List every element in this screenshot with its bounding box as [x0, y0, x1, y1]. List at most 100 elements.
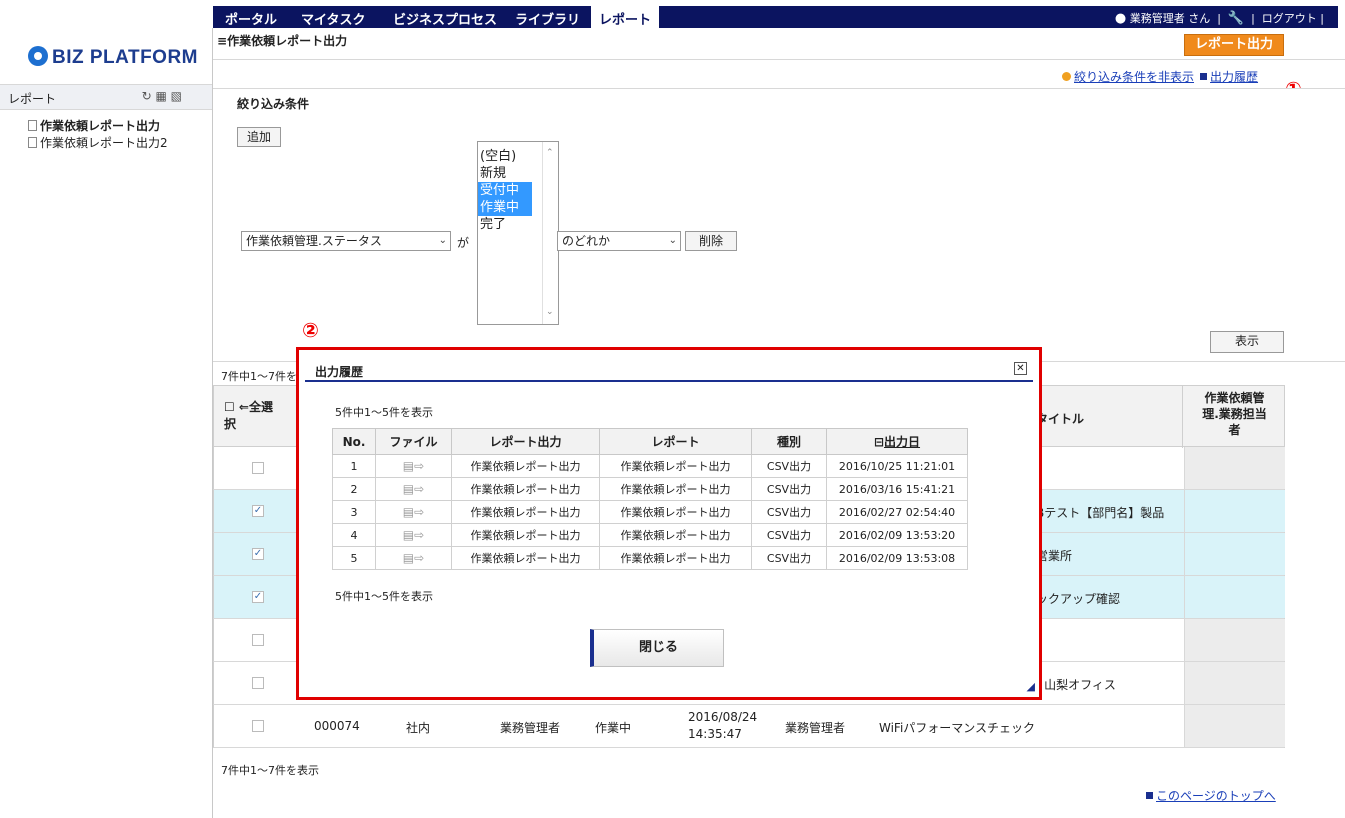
results-count-top: 7件中1～7件を	[221, 370, 297, 383]
logo-mark-icon	[28, 46, 48, 66]
select-all-header[interactable]: ☐ ⇐全選択	[224, 398, 273, 432]
row-type: 社内	[406, 721, 431, 735]
scroll-up-icon[interactable]: ⌃	[546, 145, 554, 162]
report-export-button[interactable]: レポート出力	[1184, 34, 1284, 56]
delete-filter-button[interactable]: 削除	[685, 231, 737, 251]
resize-handle-icon[interactable]: ◢	[1027, 680, 1035, 693]
sidebar-tools: ↻ ▦ ▧	[142, 89, 182, 103]
dialog-title-bar[interactable]	[305, 356, 1033, 382]
row-checkbox[interactable]: ✓	[252, 505, 264, 517]
listbox-option-new[interactable]: 新規	[478, 165, 532, 182]
row-requester: 業務管理者	[500, 721, 561, 735]
folder-icon[interactable]: ▧	[171, 89, 182, 103]
page-top-link-wrap: このページのトップへ	[1140, 787, 1276, 804]
nav-business-process[interactable]: ビジネスプロセス	[393, 9, 497, 28]
filter-title: 絞り込み条件	[237, 97, 310, 111]
nav-report[interactable]: レポート	[591, 6, 660, 28]
sidebar-list: 作業依頼レポート出力 作業依頼レポート出力2	[28, 118, 168, 152]
document-icon	[28, 120, 37, 131]
document-icon	[28, 137, 37, 148]
sidebar-item-report-2[interactable]: 作業依頼レポート出力2	[28, 135, 168, 152]
row-checkbox[interactable]	[252, 634, 264, 646]
sidebar-header-label: レポート	[8, 92, 57, 106]
col-output-date[interactable]: ⊟出力日	[826, 428, 968, 455]
row-assignee: 業務管理者	[785, 721, 846, 735]
history-table: No. ファイル レポート出力 レポート 種別 ⊟出力日 1 ▤⇨ 作業依頼レポ…	[332, 428, 968, 570]
close-icon[interactable]: ✕	[1014, 362, 1027, 375]
refresh-icon[interactable]: ↻	[142, 89, 152, 103]
col-report: レポート	[599, 428, 752, 455]
history-row: 4 ▤⇨ 作業依頼レポート出力 作業依頼レポート出力 CSV出力 2016/02…	[332, 523, 968, 547]
table-row[interactable]: 000074 社内 業務管理者 作業中 2016/08/24 14:35:47 …	[213, 705, 1285, 748]
filter-field-select[interactable]: 作業依頼管理.ステータス ⌄	[241, 231, 451, 251]
nav-library[interactable]: ライブラリ	[515, 9, 580, 28]
show-button[interactable]: 表示	[1210, 331, 1284, 353]
user-name[interactable]: 業務管理者 さん	[1130, 12, 1211, 25]
page-header: ≡作業依頼レポート出力 レポート出力	[213, 28, 1345, 60]
row-checkbox[interactable]: ✓	[252, 548, 264, 560]
col-no: No.	[332, 428, 376, 455]
chevron-down-icon: ⌄	[668, 235, 677, 246]
listbox-option-blank[interactable]: (空白)	[478, 148, 532, 165]
wrench-icon[interactable]: 🔧	[1228, 11, 1244, 26]
user-area: ● 業務管理者 さん | 🔧 | ログアウト |	[1114, 11, 1324, 26]
assignee-cell	[1184, 447, 1285, 489]
history-row: 3 ▤⇨ 作業依頼レポート出力 作業依頼レポート出力 CSV出力 2016/02…	[332, 500, 968, 524]
assignee-cell	[1184, 619, 1285, 661]
top-bar: ポータル マイタスク ビジネスプロセス ライブラリ レポート ● 業務管理者 さ…	[0, 0, 1345, 28]
assignee-cell	[1184, 490, 1285, 532]
sidebar: BIZ PLATFORM レポート ↻ ▦ ▧ 作業依頼レポート出力 作業依頼レ…	[0, 28, 213, 818]
listbox-option-in-progress[interactable]: 作業中	[478, 199, 532, 216]
square-bullet-icon	[1200, 73, 1208, 80]
sort-icon: ⊟	[873, 435, 885, 449]
file-download-icon[interactable]: ▤⇨	[403, 459, 424, 473]
filter-ga-label: が	[457, 236, 470, 250]
file-download-icon[interactable]: ▤⇨	[403, 551, 424, 565]
assignee-column-header[interactable]: 作業依頼管 理.業務担当 者	[1182, 386, 1286, 448]
row-checkbox[interactable]	[252, 462, 264, 474]
row-id[interactable]: 000074	[314, 719, 360, 733]
listbox-option-done[interactable]: 完了	[478, 216, 532, 233]
row-date: 2016/08/24	[688, 710, 758, 724]
dialog-count-top: 5件中1～5件を表示	[335, 406, 433, 419]
nav-mytask[interactable]: マイタスク	[301, 9, 365, 28]
scroll-down-icon[interactable]: ⌄	[546, 304, 554, 321]
file-download-icon[interactable]: ▤⇨	[403, 505, 424, 519]
row-checkbox[interactable]	[252, 720, 264, 732]
nav-portal[interactable]: ポータル	[225, 9, 277, 28]
logout-link[interactable]: ログアウト	[1262, 12, 1317, 25]
assignee-cell	[1184, 576, 1285, 618]
col-file: ファイル	[375, 428, 452, 455]
operator-select[interactable]: のどれか ⌄	[557, 231, 681, 251]
page-title: ≡作業依頼レポート出力	[217, 34, 348, 48]
filter-panel: 絞り込み条件 追加 作業依頼管理.ステータス ⌄ が (空白) 新規 受付中 作業…	[213, 88, 1345, 362]
row-checkbox[interactable]	[252, 677, 264, 689]
row-checkbox[interactable]: ✓	[252, 591, 264, 603]
output-history-link[interactable]: 出力履歴	[1210, 70, 1258, 84]
assignee-cell	[1184, 662, 1285, 704]
user-icon: ●	[1114, 11, 1127, 26]
close-button[interactable]: 閉じる	[590, 629, 724, 667]
hide-filter-link[interactable]: 絞り込み条件を非表示	[1074, 70, 1194, 84]
title-column-header[interactable]: タイトル	[1036, 410, 1084, 427]
dialog-count-bottom: 5件中1～5件を表示	[335, 590, 433, 603]
status-listbox[interactable]: (空白) 新規 受付中 作業中 完了 ⌃ ⌄	[477, 141, 559, 325]
square-bullet-icon	[1146, 792, 1153, 799]
page-top-link[interactable]: このページのトップへ	[1156, 789, 1276, 803]
dialog-title: 出力履歴	[315, 365, 364, 379]
results-count-bottom: 7件中1～7件を表示	[221, 764, 319, 777]
assignee-cell	[1184, 705, 1285, 747]
add-folder-icon[interactable]: ▦	[155, 89, 166, 103]
row-title: WiFiパフォーマンスチェック	[879, 721, 1036, 735]
add-filter-button[interactable]: 追加	[237, 127, 281, 147]
sidebar-header: レポート ↻ ▦ ▧	[0, 84, 212, 110]
file-download-icon[interactable]: ▤⇨	[403, 482, 424, 496]
file-download-icon[interactable]: ▤⇨	[403, 528, 424, 542]
listbox-scrollbar[interactable]: ⌃ ⌄	[542, 142, 558, 324]
toggle-icon	[1062, 72, 1071, 81]
history-table-header: No. ファイル レポート出力 レポート 種別 ⊟出力日	[332, 428, 968, 455]
biz-platform-logo[interactable]: BIZ PLATFORM	[28, 46, 198, 69]
assignee-cell	[1184, 533, 1285, 575]
listbox-option-accepted[interactable]: 受付中	[478, 182, 532, 199]
sidebar-item-report-1[interactable]: 作業依頼レポート出力	[28, 118, 168, 135]
